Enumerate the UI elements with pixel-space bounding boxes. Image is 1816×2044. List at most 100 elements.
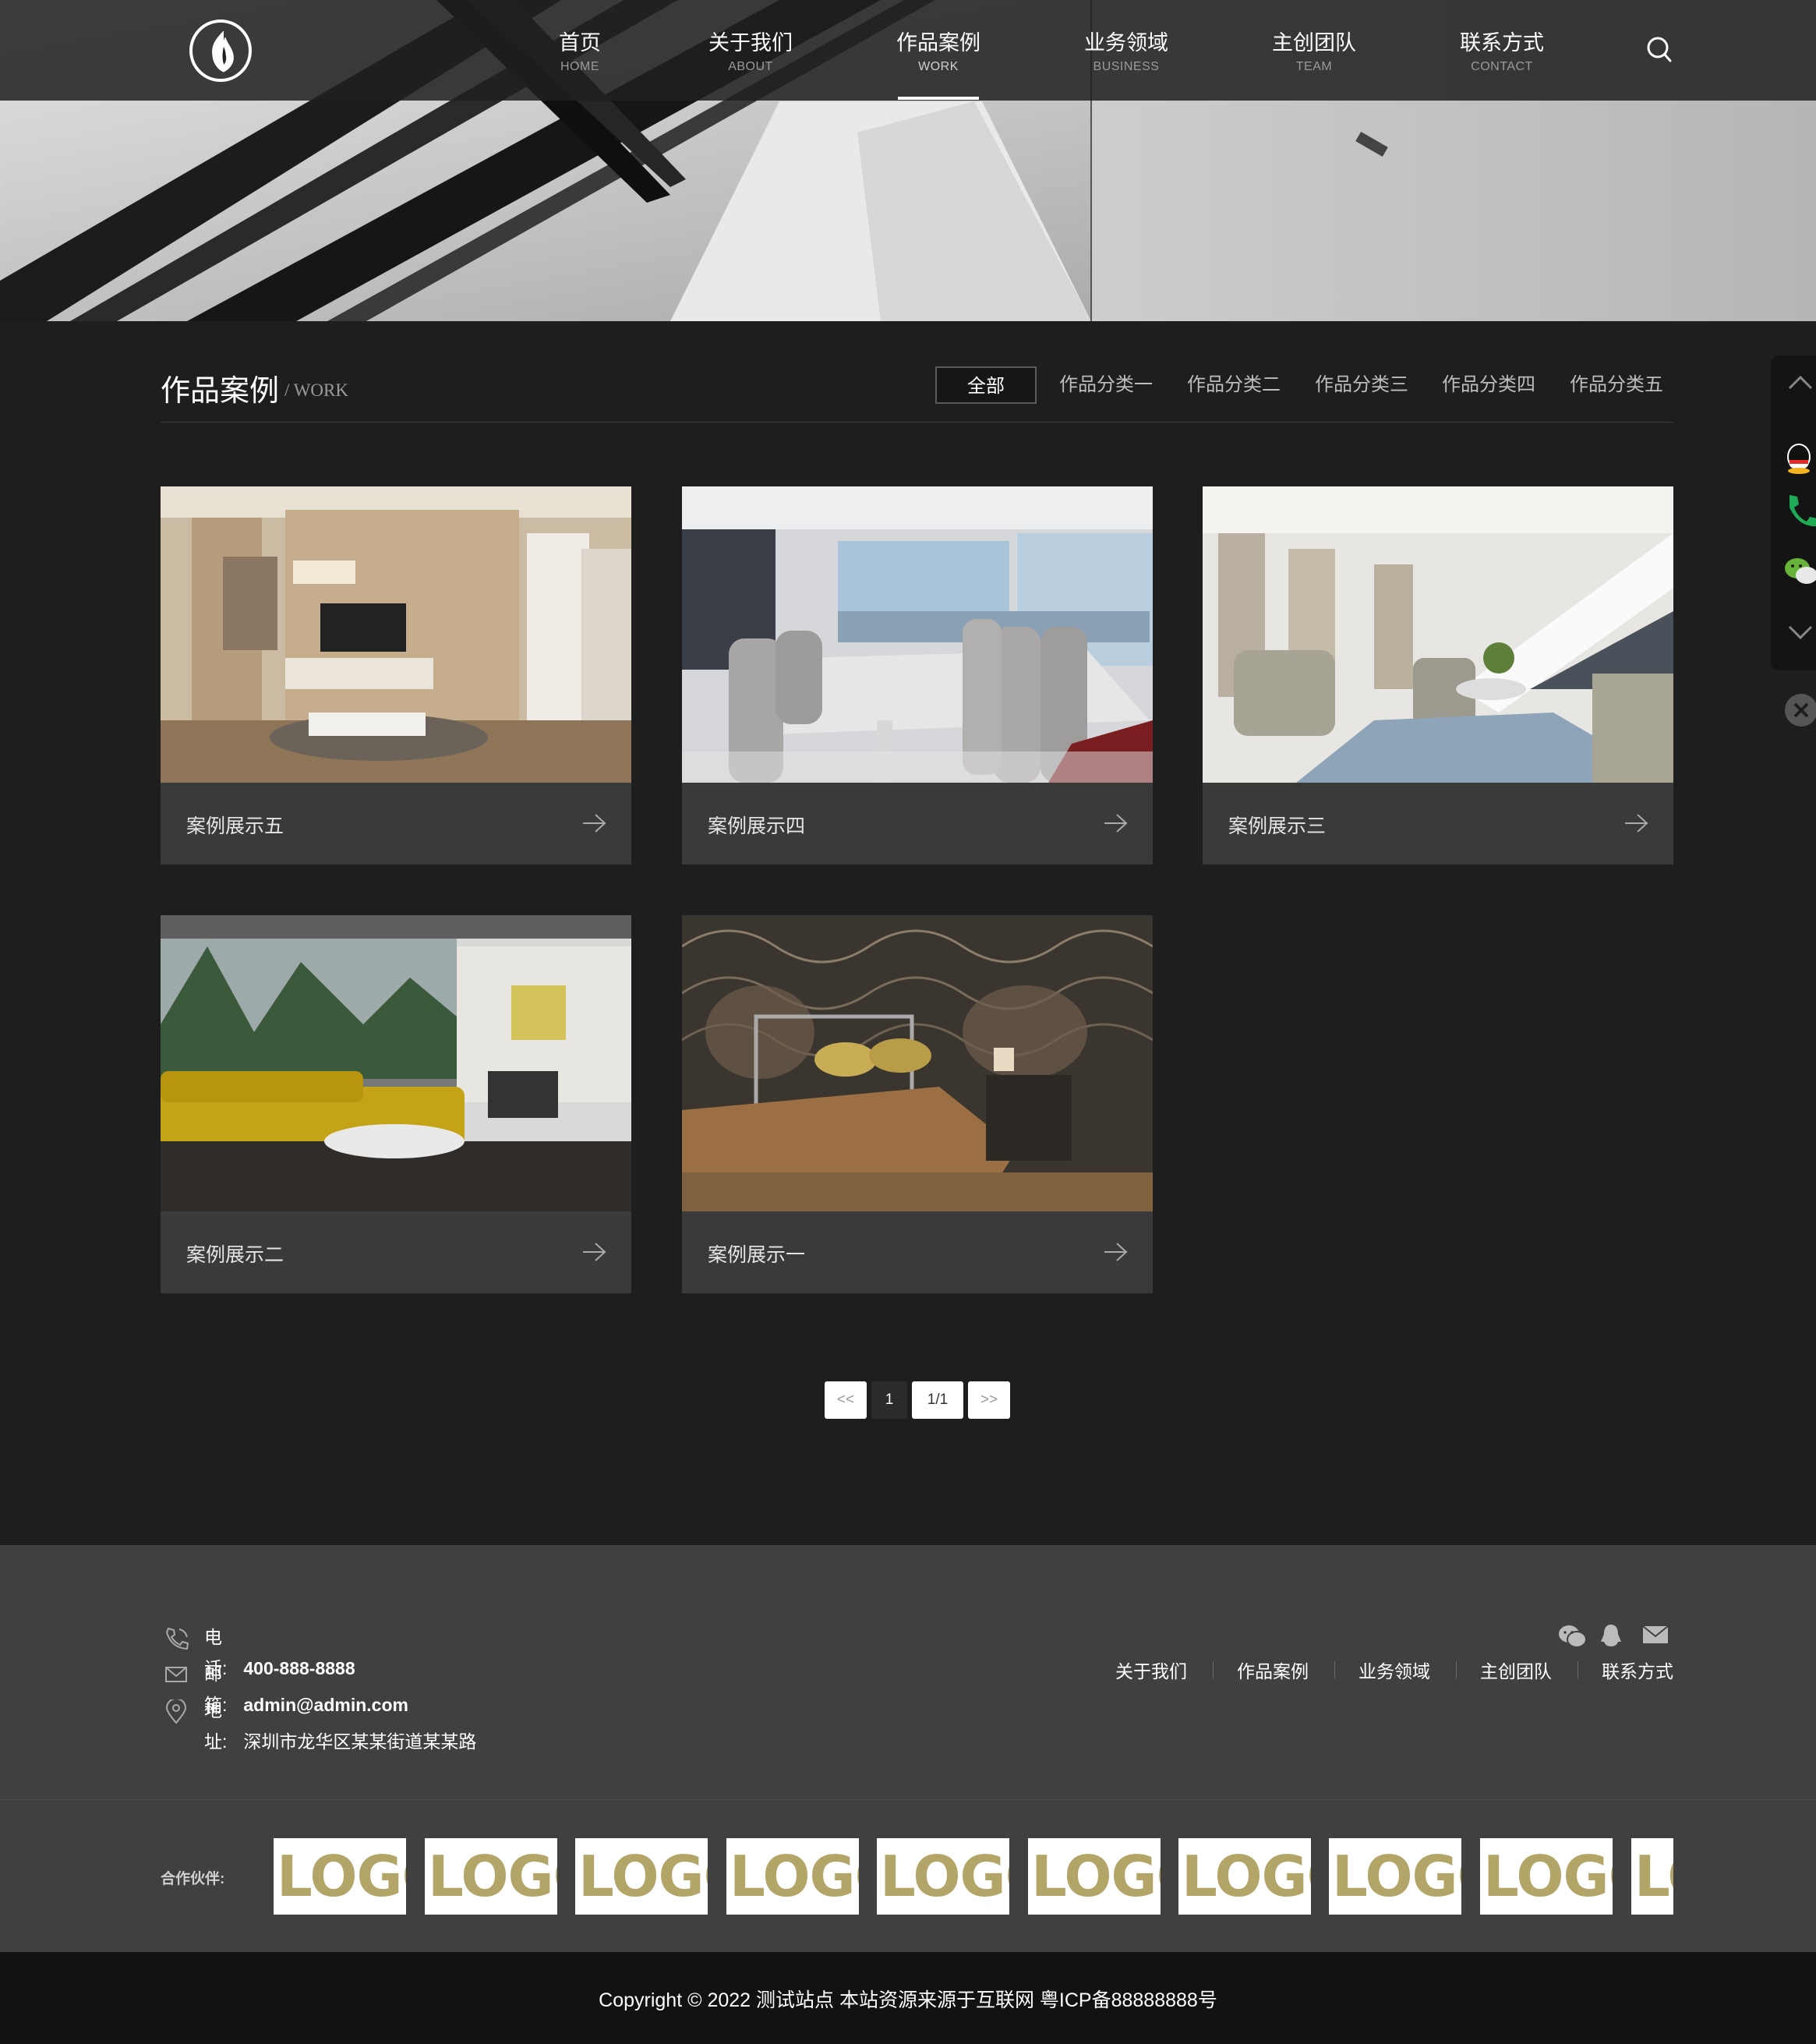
case-card[interactable]: 案例展示一	[682, 915, 1153, 1293]
partner-logo-text: LOGO	[1031, 1844, 1161, 1909]
case-card[interactable]: 案例展示二	[161, 915, 631, 1293]
mail-icon	[164, 1663, 190, 1696]
address-value: 深圳市龙华区某某街道某某路	[243, 1731, 477, 1752]
case-thumbnail[interactable]	[682, 486, 1153, 783]
category-tab-all[interactable]: 全部	[935, 366, 1037, 404]
site-header: 首页 HOME 关于我们 ABOUT 作品案例 WORK 业务领域 BUSINE…	[0, 0, 1816, 101]
partner-logo-text: LOGO	[1634, 1844, 1673, 1909]
arrow-right-icon[interactable]	[581, 1241, 606, 1267]
search-icon[interactable]	[1646, 36, 1673, 68]
nav-item-business[interactable]: 业务领域 BUSINESS	[1052, 30, 1200, 78]
case-thumbnail[interactable]	[161, 486, 631, 783]
wechat-icon[interactable]	[1783, 554, 1816, 592]
nav-active-indicator	[898, 97, 979, 100]
footer-link-separator	[1334, 1661, 1335, 1678]
arrow-right-icon[interactable]	[1103, 1241, 1128, 1267]
case-thumbnail[interactable]	[161, 915, 631, 1211]
copyright-text: Copyright © 2022 测试站点 本站资源来源于互联网 粤ICP备88…	[599, 1989, 1217, 2011]
case-title: 案例展示五	[186, 816, 284, 837]
page-subtitle: / WORK	[284, 380, 348, 400]
partner-logo-text: LOGO	[880, 1844, 1009, 1909]
case-card[interactable]: 案例展示四	[682, 486, 1153, 865]
nav-label: 联系方式	[1460, 31, 1544, 55]
qq-icon[interactable]	[1783, 441, 1816, 479]
category-tab-1[interactable]: 作品分类一	[1054, 366, 1158, 404]
chevron-up-icon[interactable]	[1783, 371, 1816, 398]
case-title: 案例展示一	[708, 1245, 806, 1266]
nav-label: 业务领域	[1084, 31, 1168, 55]
footer-link-work[interactable]: 作品案例	[1237, 1657, 1309, 1683]
arrow-right-icon[interactable]	[581, 812, 606, 838]
partner-logo-text: LOGO	[730, 1844, 859, 1909]
partner-logo[interactable]: LOGO	[1480, 1838, 1613, 1915]
partner-logo-text: LOGO	[1332, 1844, 1461, 1909]
partner-logo[interactable]: LOGO	[726, 1838, 859, 1915]
nav-label: 主创团队	[1272, 31, 1356, 55]
pagination-first-button[interactable]: <<	[825, 1381, 867, 1419]
location-pin-icon	[164, 1698, 190, 1734]
case-title: 案例展示三	[1228, 816, 1327, 837]
partner-logo[interactable]: LOGO	[1631, 1838, 1673, 1915]
arrow-right-icon[interactable]	[1623, 812, 1648, 838]
partner-logo-text: LOGO	[277, 1844, 406, 1909]
partner-logo[interactable]: LOGO	[425, 1838, 557, 1915]
nav-item-about[interactable]: 关于我们 ABOUT	[677, 30, 825, 78]
footer-link-business[interactable]: 业务领域	[1358, 1657, 1430, 1683]
footer-link-team[interactable]: 主创团队	[1480, 1657, 1552, 1683]
partner-logo[interactable]: LOGO	[575, 1838, 708, 1915]
nav-sublabel: BUSINESS	[1093, 60, 1160, 73]
double-chevron-left-icon: <<	[836, 1392, 855, 1408]
partner-logo[interactable]: LOGO	[877, 1838, 1009, 1915]
contact-address: 地 址: 深圳市龙华区某某街道某某路	[161, 1695, 476, 1752]
arrow-right-icon[interactable]	[1103, 812, 1128, 838]
case-title: 案例展示四	[708, 816, 806, 837]
nav-item-contact[interactable]: 联系方式 CONTACT	[1428, 30, 1576, 78]
case-thumbnail[interactable]	[1203, 486, 1673, 783]
flame-logo-icon[interactable]	[189, 19, 252, 82]
partner-logo-text: LOGO	[1483, 1844, 1613, 1909]
footer-link-contact[interactable]: 联系方式	[1602, 1657, 1673, 1683]
nav-label: 首页	[559, 31, 601, 55]
partner-logo[interactable]: LOGO	[274, 1838, 406, 1915]
category-tab-3[interactable]: 作品分类三	[1309, 366, 1414, 404]
nav-item-team[interactable]: 主创团队 TEAM	[1240, 30, 1388, 78]
partner-logo-text: LOGO	[578, 1844, 708, 1909]
section-divider	[161, 422, 1673, 423]
category-tab-2[interactable]: 作品分类二	[1182, 366, 1286, 404]
case-thumbnail[interactable]	[682, 915, 1153, 1211]
nav-item-work[interactable]: 作品案例 WORK	[864, 30, 1012, 78]
partner-logo-text: LOGO	[428, 1844, 557, 1909]
qq-icon[interactable]	[1599, 1623, 1623, 1653]
case-card[interactable]: 案例展示三	[1203, 486, 1673, 865]
pagination-info: 1/1	[912, 1381, 963, 1419]
footer-divider	[0, 1799, 1816, 1800]
footer-link-about[interactable]: 关于我们	[1115, 1657, 1187, 1683]
wechat-icon[interactable]	[1557, 1623, 1587, 1653]
nav-label: 作品案例	[896, 31, 980, 55]
pagination-page-1[interactable]: 1	[871, 1381, 907, 1419]
partner-logo[interactable]: LOGO	[1028, 1838, 1161, 1915]
case-card[interactable]: 案例展示五	[161, 486, 631, 865]
side-float-bar	[1771, 355, 1816, 670]
nav-item-home[interactable]: 首页 HOME	[506, 30, 654, 78]
contact-email: 邮 箱: admin@admin.com	[161, 1658, 408, 1715]
partner-logo[interactable]: LOGO	[1178, 1838, 1311, 1915]
partner-logo[interactable]: LOGO	[1329, 1838, 1461, 1915]
nav-sublabel: CONTACT	[1471, 60, 1533, 73]
mail-icon[interactable]	[1641, 1623, 1669, 1650]
phone-icon[interactable]	[1783, 492, 1816, 535]
nav-sublabel: TEAM	[1295, 60, 1333, 73]
partner-logo-text: LOGO	[1182, 1844, 1311, 1909]
category-tab-5[interactable]: 作品分类五	[1564, 366, 1669, 404]
pagination-last-button[interactable]: >>	[968, 1381, 1010, 1419]
double-chevron-right-icon: >>	[980, 1392, 998, 1408]
chevron-down-icon[interactable]	[1783, 621, 1816, 648]
footer-link-separator	[1213, 1661, 1214, 1678]
category-tab-4[interactable]: 作品分类四	[1436, 366, 1541, 404]
close-icon[interactable]	[1785, 694, 1816, 727]
partners-label: 合作伙伴:	[161, 1871, 225, 1887]
footer-link-separator	[1456, 1661, 1457, 1678]
case-title: 案例展示二	[186, 1245, 284, 1266]
page-title: 作品案例	[161, 375, 280, 408]
nav-sublabel: HOME	[560, 60, 599, 73]
